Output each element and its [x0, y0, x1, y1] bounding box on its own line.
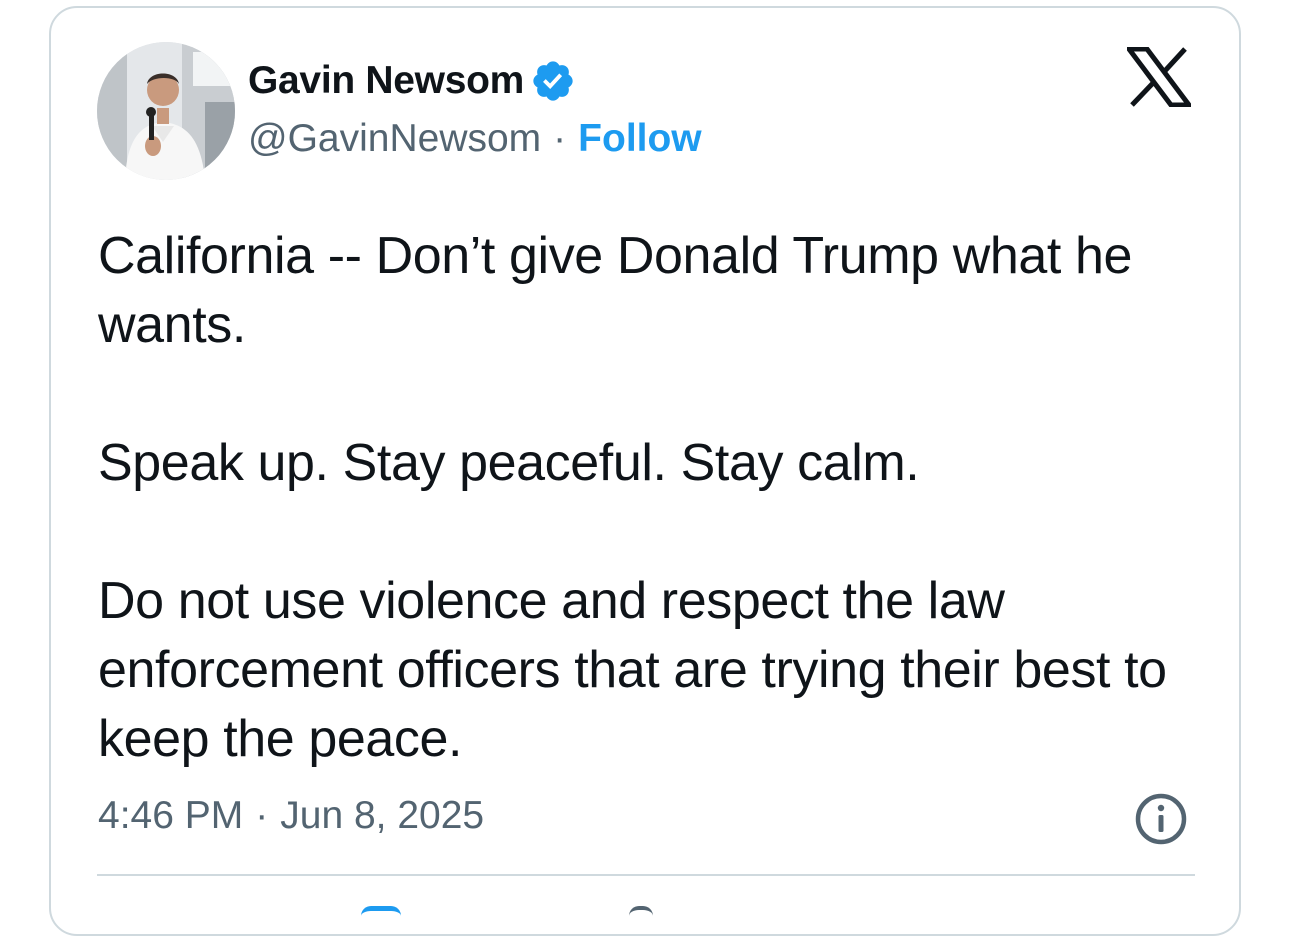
- follow-button[interactable]: Follow: [578, 117, 701, 161]
- avatar-photo: [97, 42, 235, 180]
- author-handle[interactable]: @GavinNewsom: [248, 117, 541, 161]
- tweet-timestamp[interactable]: 4:46 PM · Jun 8, 2025: [98, 792, 484, 840]
- tweet-paragraph: Speak up. Stay peaceful. Stay calm.: [98, 434, 920, 492]
- handle-separator: ·: [553, 117, 567, 160]
- tweet-paragraph: Do not use violence and respect the law …: [98, 572, 1167, 768]
- tweet-text: California -- Don’t give Donald Trump wh…: [98, 222, 1208, 774]
- info-icon[interactable]: [1134, 792, 1188, 846]
- x-logo-icon[interactable]: [1127, 47, 1191, 107]
- author-display-name[interactable]: Gavin Newsom: [248, 59, 524, 103]
- reply-icon[interactable]: [361, 906, 401, 916]
- tweet-paragraph: California -- Don’t give Donald Trump wh…: [98, 227, 1133, 354]
- divider: [97, 874, 1195, 876]
- author-handle-row: @GavinNewsom · Follow: [248, 116, 702, 162]
- timestamp-separator: ·: [255, 794, 269, 837]
- tweet-card: Gavin Newsom @GavinNewsom · Follow Calif…: [49, 6, 1241, 936]
- verified-badge-icon: [530, 58, 576, 104]
- like-icon[interactable]: [629, 906, 653, 916]
- tweet-date: Jun 8, 2025: [280, 794, 485, 837]
- avatar[interactable]: [97, 42, 235, 180]
- tweet-time: 4:46 PM: [98, 794, 244, 837]
- author-name-row: Gavin Newsom: [248, 58, 576, 104]
